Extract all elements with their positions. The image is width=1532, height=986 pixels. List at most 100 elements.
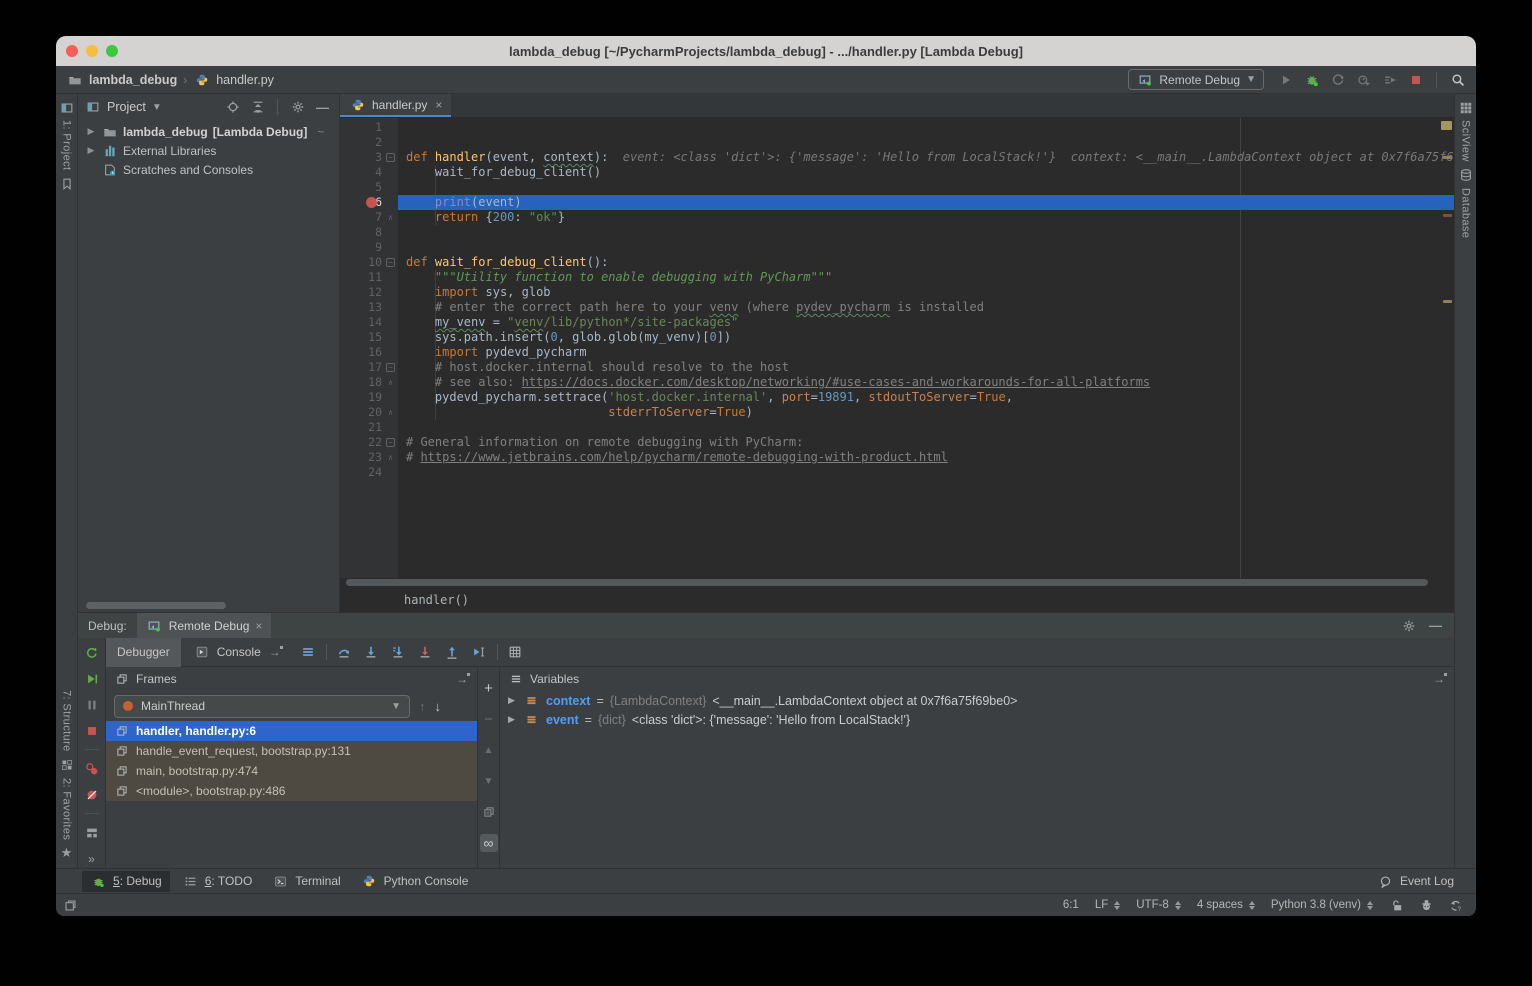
line-number[interactable]: 5 (340, 180, 398, 195)
add-icon[interactable]: + (480, 679, 498, 697)
code-line-3[interactable]: 3−def handler(event, context): event: <c… (340, 150, 1454, 165)
stack-frame-row[interactable]: main, bootstrap.py:474 (106, 761, 477, 781)
fold-end-icon[interactable]: ∧ (386, 213, 395, 222)
view-breakpoints-icon[interactable] (83, 760, 100, 777)
profiler-icon[interactable] (1355, 71, 1372, 88)
scrollbar-warning-mark[interactable] (1443, 214, 1452, 217)
remove-icon[interactable]: − (480, 710, 498, 728)
mute-breakpoints-icon[interactable] (83, 786, 100, 803)
bookmark-icon[interactable] (58, 175, 75, 192)
stripe-button-favorites[interactable]: 2: Favorites (61, 778, 73, 840)
pause-icon[interactable] (83, 696, 100, 713)
code-line-11[interactable]: 11 """Utility function to enable debuggi… (340, 270, 1454, 285)
code-line-2[interactable]: 2 (340, 135, 1454, 150)
evaluate-icon[interactable] (507, 644, 524, 661)
line-number[interactable]: 19 (340, 390, 398, 405)
code-line-19[interactable]: 19 pydevd_pycharm.settrace('host.docker.… (340, 390, 1454, 405)
close-window-button[interactable] (66, 45, 78, 57)
previous-frame-button[interactable]: ↑ (419, 699, 426, 714)
event-log-button[interactable]: Event Log (1369, 871, 1462, 892)
step-out-icon[interactable] (444, 644, 461, 661)
code-area[interactable]: 123−def handler(event, context): event: … (340, 118, 1454, 578)
line-number[interactable]: 17− (340, 360, 398, 375)
code-line-6[interactable]: 6 print(event) (340, 195, 1454, 210)
fold-end-icon[interactable]: ∧ (386, 408, 395, 417)
stack-frame-row[interactable]: handle_event_request, bootstrap.py:131 (106, 741, 477, 761)
run-icon[interactable] (1277, 71, 1294, 88)
code-line-17[interactable]: 17− # host.docker.internal should resolv… (340, 360, 1454, 375)
stripe-button-project[interactable]: 1: Project (61, 120, 73, 170)
down-icon[interactable]: ▼ (480, 772, 498, 790)
debug-tab-debugger[interactable]: Debugger (106, 638, 181, 667)
project-tool-icon[interactable] (58, 99, 75, 116)
minimize-window-button[interactable] (86, 45, 98, 57)
line-number[interactable]: 15 (340, 330, 398, 345)
debug-icon[interactable] (1303, 71, 1320, 88)
expand-arrow-icon[interactable]: ▶ (86, 126, 96, 137)
step-into-icon[interactable] (363, 644, 380, 661)
stop-icon[interactable] (1407, 71, 1424, 88)
line-number[interactable]: 20∧ (340, 405, 398, 420)
fold-collapse-icon[interactable]: − (386, 363, 395, 372)
concurrency-icon[interactable] (1381, 71, 1398, 88)
line-number[interactable]: 22− (340, 435, 398, 450)
code-line-22[interactable]: 22−# General information on remote debug… (340, 435, 1454, 450)
variable-row-context[interactable]: ▶context = {LambdaContext} <__main__.Lam… (500, 691, 1454, 710)
step-into-my-code-icon[interactable] (417, 644, 434, 661)
line-number[interactable]: 2 (340, 135, 398, 150)
hide-icon[interactable]: — (1427, 617, 1444, 634)
fold-collapse-icon[interactable]: − (386, 258, 395, 267)
breadcrumb-item[interactable]: handler.py (216, 73, 274, 87)
project-hscrollbar[interactable] (86, 602, 226, 609)
gear-icon[interactable] (289, 99, 306, 116)
line-number[interactable]: 23∧ (340, 450, 398, 465)
zoom-window-button[interactable] (106, 45, 118, 57)
line-number[interactable]: 10− (340, 255, 398, 270)
status-item-python38venv[interactable]: Python 3.8 (venv) (1271, 899, 1373, 911)
pin-icon[interactable]: → (454, 672, 470, 686)
variable-row-event[interactable]: ▶event = {dict} <class 'dict'>: {'messag… (500, 710, 1454, 729)
debug-tab-console[interactable]: Console→ (183, 638, 294, 667)
fold-collapse-icon[interactable]: − (386, 438, 395, 447)
code-line-10[interactable]: 10−def wait_for_debug_client(): (340, 255, 1454, 270)
code-line-16[interactable]: 16 import pydevd_pycharm (340, 345, 1454, 360)
stripe-button-database[interactable]: Database (1460, 188, 1472, 238)
line-number[interactable]: 11 (340, 270, 398, 285)
structure-icon[interactable] (58, 757, 75, 774)
pin-icon[interactable]: → (1431, 672, 1447, 686)
star-icon[interactable]: ★ (58, 845, 75, 862)
collapse-all-icon[interactable] (249, 99, 266, 116)
code-line-15[interactable]: 15 sys.path.insert(0, glob.glob(my_venv)… (340, 330, 1454, 345)
status-item-lf[interactable]: LF (1095, 899, 1120, 911)
status-item-4spaces[interactable]: 4 spaces (1197, 899, 1255, 911)
fold-collapse-icon[interactable]: − (386, 153, 395, 162)
caret-position[interactable]: 6:1 (1063, 899, 1079, 911)
line-number[interactable]: 24 (340, 465, 398, 480)
tree-item-external-libraries[interactable]: ▶External Libraries (78, 141, 339, 160)
line-number[interactable]: 3− (340, 150, 398, 165)
toolwindow-button-terminal[interactable]: Terminal (264, 871, 348, 892)
menu-icon[interactable] (507, 671, 524, 688)
scrollbar-warning-mark[interactable] (1443, 156, 1452, 159)
glasses-icon[interactable]: ∞ (480, 834, 498, 852)
pin-icon[interactable]: → (267, 645, 283, 659)
run-config-selector[interactable]: Remote Debug ▼ (1128, 69, 1264, 90)
resume-icon[interactable] (83, 670, 100, 687)
restore-layout-icon[interactable] (83, 824, 100, 841)
line-number[interactable]: 7∧ (340, 210, 398, 225)
line-number[interactable]: 18∧ (340, 375, 398, 390)
line-number[interactable]: 1 (340, 120, 398, 135)
line-number[interactable]: 13 (340, 300, 398, 315)
unlock-icon[interactable] (1389, 897, 1406, 914)
step-over-icon[interactable] (336, 644, 353, 661)
line-number[interactable]: 12 (340, 285, 398, 300)
sync-question-icon[interactable]: ? (1447, 897, 1464, 914)
code-line-5[interactable]: 5 (340, 180, 1454, 195)
sciview-icon[interactable] (1457, 99, 1474, 116)
force-step-into-icon[interactable] (390, 644, 407, 661)
up-icon[interactable]: ▲ (480, 741, 498, 759)
code-line-4[interactable]: 4 wait_for_debug_client() (340, 165, 1454, 180)
stripe-button-sciview[interactable]: SciView (1460, 120, 1472, 162)
editor-hscrollbar[interactable] (340, 578, 1454, 588)
coverage-icon[interactable] (1329, 71, 1346, 88)
